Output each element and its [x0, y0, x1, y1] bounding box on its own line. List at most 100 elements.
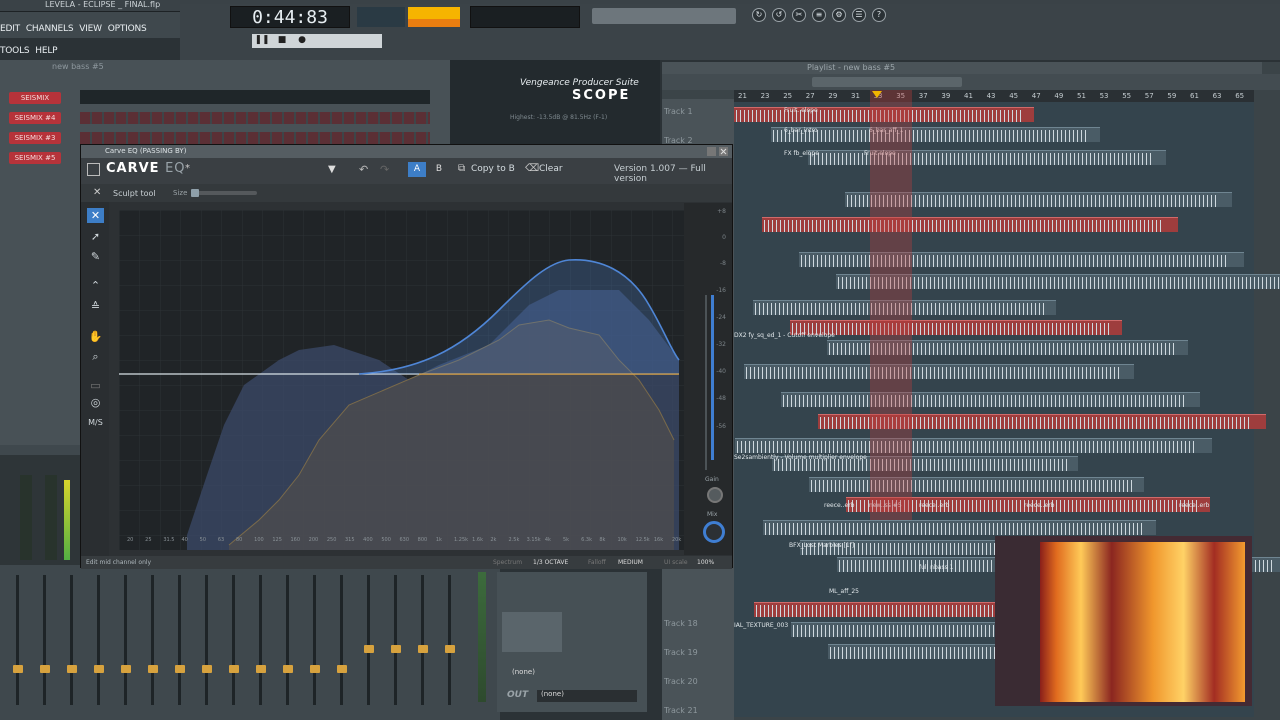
window-close-icon[interactable]	[707, 147, 729, 156]
pencil-tool-icon[interactable]: ✎	[87, 249, 104, 264]
ms-mode-button[interactable]: M/S	[87, 415, 104, 430]
playlist-clip[interactable]	[771, 127, 1100, 142]
mixer-insert-panel: (none) OUT (none)	[497, 572, 647, 712]
stop-icon[interactable]: ■	[274, 35, 290, 47]
playlist-clip[interactable]	[790, 320, 1122, 335]
output-selector[interactable]: (none)	[537, 690, 637, 702]
bar-number: 31	[851, 92, 860, 100]
menu-options[interactable]: OPTIONS	[108, 24, 147, 34]
playlist-clip[interactable]	[744, 364, 1134, 379]
playlist-clip[interactable]	[799, 252, 1244, 267]
fader-knob[interactable]	[120, 665, 131, 673]
playlist-clip[interactable]	[762, 217, 1178, 232]
cut-icon[interactable]: ✂	[792, 8, 806, 22]
mid-channel-icon[interactable]: ◎	[87, 395, 104, 410]
pattern-selector[interactable]	[592, 8, 736, 24]
menu-help[interactable]: HELP	[35, 46, 57, 56]
playlist-clip[interactable]	[809, 477, 1144, 492]
fader-knob[interactable]	[255, 665, 266, 673]
menu-view[interactable]: VIEW	[79, 24, 102, 34]
time-ruler[interactable]: 21 23 25 27 29 31 33 35 37 39 41 43 45 47 49 51 53 55 57 59…	[734, 90, 1254, 102]
ab-b-button[interactable]: B	[430, 162, 448, 177]
fader-knob[interactable]	[444, 645, 455, 653]
falloff-select[interactable]: MEDIUM	[618, 559, 643, 566]
size-slider[interactable]	[191, 189, 257, 197]
menu-channels[interactable]: CHANNELS	[26, 24, 74, 34]
fader-knob[interactable]	[201, 665, 212, 673]
scope-readout: Highest: -13.5dB @ 81.5Hz (F-1)	[510, 114, 608, 121]
gain-knob[interactable]	[707, 487, 723, 503]
menu-edit[interactable]: EDIT	[0, 24, 20, 34]
help-icon[interactable]: ?	[872, 8, 886, 22]
playlist-clip[interactable]	[781, 392, 1200, 407]
playlist-clip[interactable]	[735, 438, 1212, 453]
pause-icon[interactable]: ❚❚	[254, 35, 270, 47]
shelf-tool-icon[interactable]: ≙	[87, 299, 104, 314]
copy-to-b-button[interactable]: Copy to B	[471, 164, 515, 174]
track-label[interactable]: Track 20	[664, 677, 698, 686]
fader-knob[interactable]	[282, 665, 293, 673]
pointer-tool-icon[interactable]: ➚	[87, 229, 104, 244]
carve-eq-logo-icon	[87, 163, 100, 176]
preset-name[interactable]: *	[185, 163, 190, 174]
playlist-clip[interactable]	[763, 520, 1156, 535]
channel-seismix-4[interactable]: SEISMIX #4	[9, 112, 61, 124]
track-label[interactable]: Track 18	[664, 619, 698, 628]
fader-knob[interactable]	[336, 665, 347, 673]
bar-number: 61	[1190, 92, 1199, 100]
undo-icon[interactable]: ↶	[359, 163, 368, 176]
fader-knob[interactable]	[390, 645, 401, 653]
peak-tool-icon[interactable]: ⌃	[87, 278, 104, 293]
slot-none-1[interactable]: (none)	[512, 668, 535, 676]
browser-icon[interactable]: ☰	[852, 8, 866, 22]
ui-scale-select[interactable]: 100%	[697, 559, 714, 566]
eq-display	[502, 612, 562, 652]
preset-dropdown-icon[interactable]: ▼	[328, 164, 336, 175]
freq-label: 4k	[544, 537, 551, 543]
playlist-clip[interactable]	[808, 150, 1166, 165]
step-row[interactable]	[80, 132, 430, 144]
carve-eq-titlebar[interactable]: Carve EQ (PASSING BY)	[81, 145, 732, 158]
fader-track	[228, 575, 239, 705]
clip-waveform	[764, 220, 1164, 232]
mixer-icon[interactable]: ≡	[812, 8, 826, 22]
plugin-icon[interactable]: ⚙	[832, 8, 846, 22]
undo-icon[interactable]: ↺	[772, 8, 786, 22]
fader-knob[interactable]	[93, 665, 104, 673]
fader-knob[interactable]	[12, 665, 23, 673]
channel-seismix[interactable]: SEISMIX	[9, 92, 61, 104]
refresh-icon[interactable]: ↻	[752, 8, 766, 22]
bar-number: 27	[805, 92, 815, 100]
playhead-marker[interactable]	[872, 91, 882, 98]
playlist-scrollbar[interactable]	[812, 77, 962, 87]
freq-label: 25	[145, 537, 152, 543]
spectrum-select[interactable]: 1/3 OCTAVE	[533, 559, 568, 566]
fader-knob[interactable]	[174, 665, 185, 673]
channel-seismix-5[interactable]: SEISMIX #5	[9, 152, 61, 164]
step-row[interactable]	[80, 112, 430, 124]
zoom-tool-icon[interactable]: ⌕	[87, 349, 104, 364]
fader-knob[interactable]	[363, 645, 374, 653]
fader-knob[interactable]	[39, 665, 50, 673]
clip-label: BFX_Lost Marbles [1f]	[789, 542, 855, 549]
hand-tool-icon[interactable]: ✋	[87, 329, 104, 344]
clear-button[interactable]: Clear	[539, 164, 563, 174]
fader-knob[interactable]	[417, 645, 428, 653]
fader-knob[interactable]	[66, 665, 77, 673]
channel-seismix-3[interactable]: SEISMIX #3	[9, 132, 61, 144]
ab-a-button[interactable]: A	[408, 162, 426, 177]
menu-tools[interactable]: TOOLS	[0, 46, 30, 56]
sculpt-tool-button[interactable]: ✕	[87, 208, 104, 223]
redo-icon[interactable]: ↷	[380, 163, 389, 176]
fader-knob[interactable]	[309, 665, 320, 673]
track-label[interactable]: Track 19	[664, 648, 698, 657]
fader-knob[interactable]	[147, 665, 158, 673]
song-time-display[interactable]: 0:44:83	[230, 6, 350, 28]
track-label[interactable]: Track 21	[664, 706, 698, 715]
link-icon[interactable]: ▭	[87, 378, 104, 393]
track-label[interactable]: Track 1	[664, 107, 693, 116]
mix-knob[interactable]	[703, 521, 725, 543]
record-icon[interactable]: ●	[294, 35, 310, 47]
fader-knob[interactable]	[228, 665, 239, 673]
eq-graph[interactable]	[119, 210, 684, 550]
